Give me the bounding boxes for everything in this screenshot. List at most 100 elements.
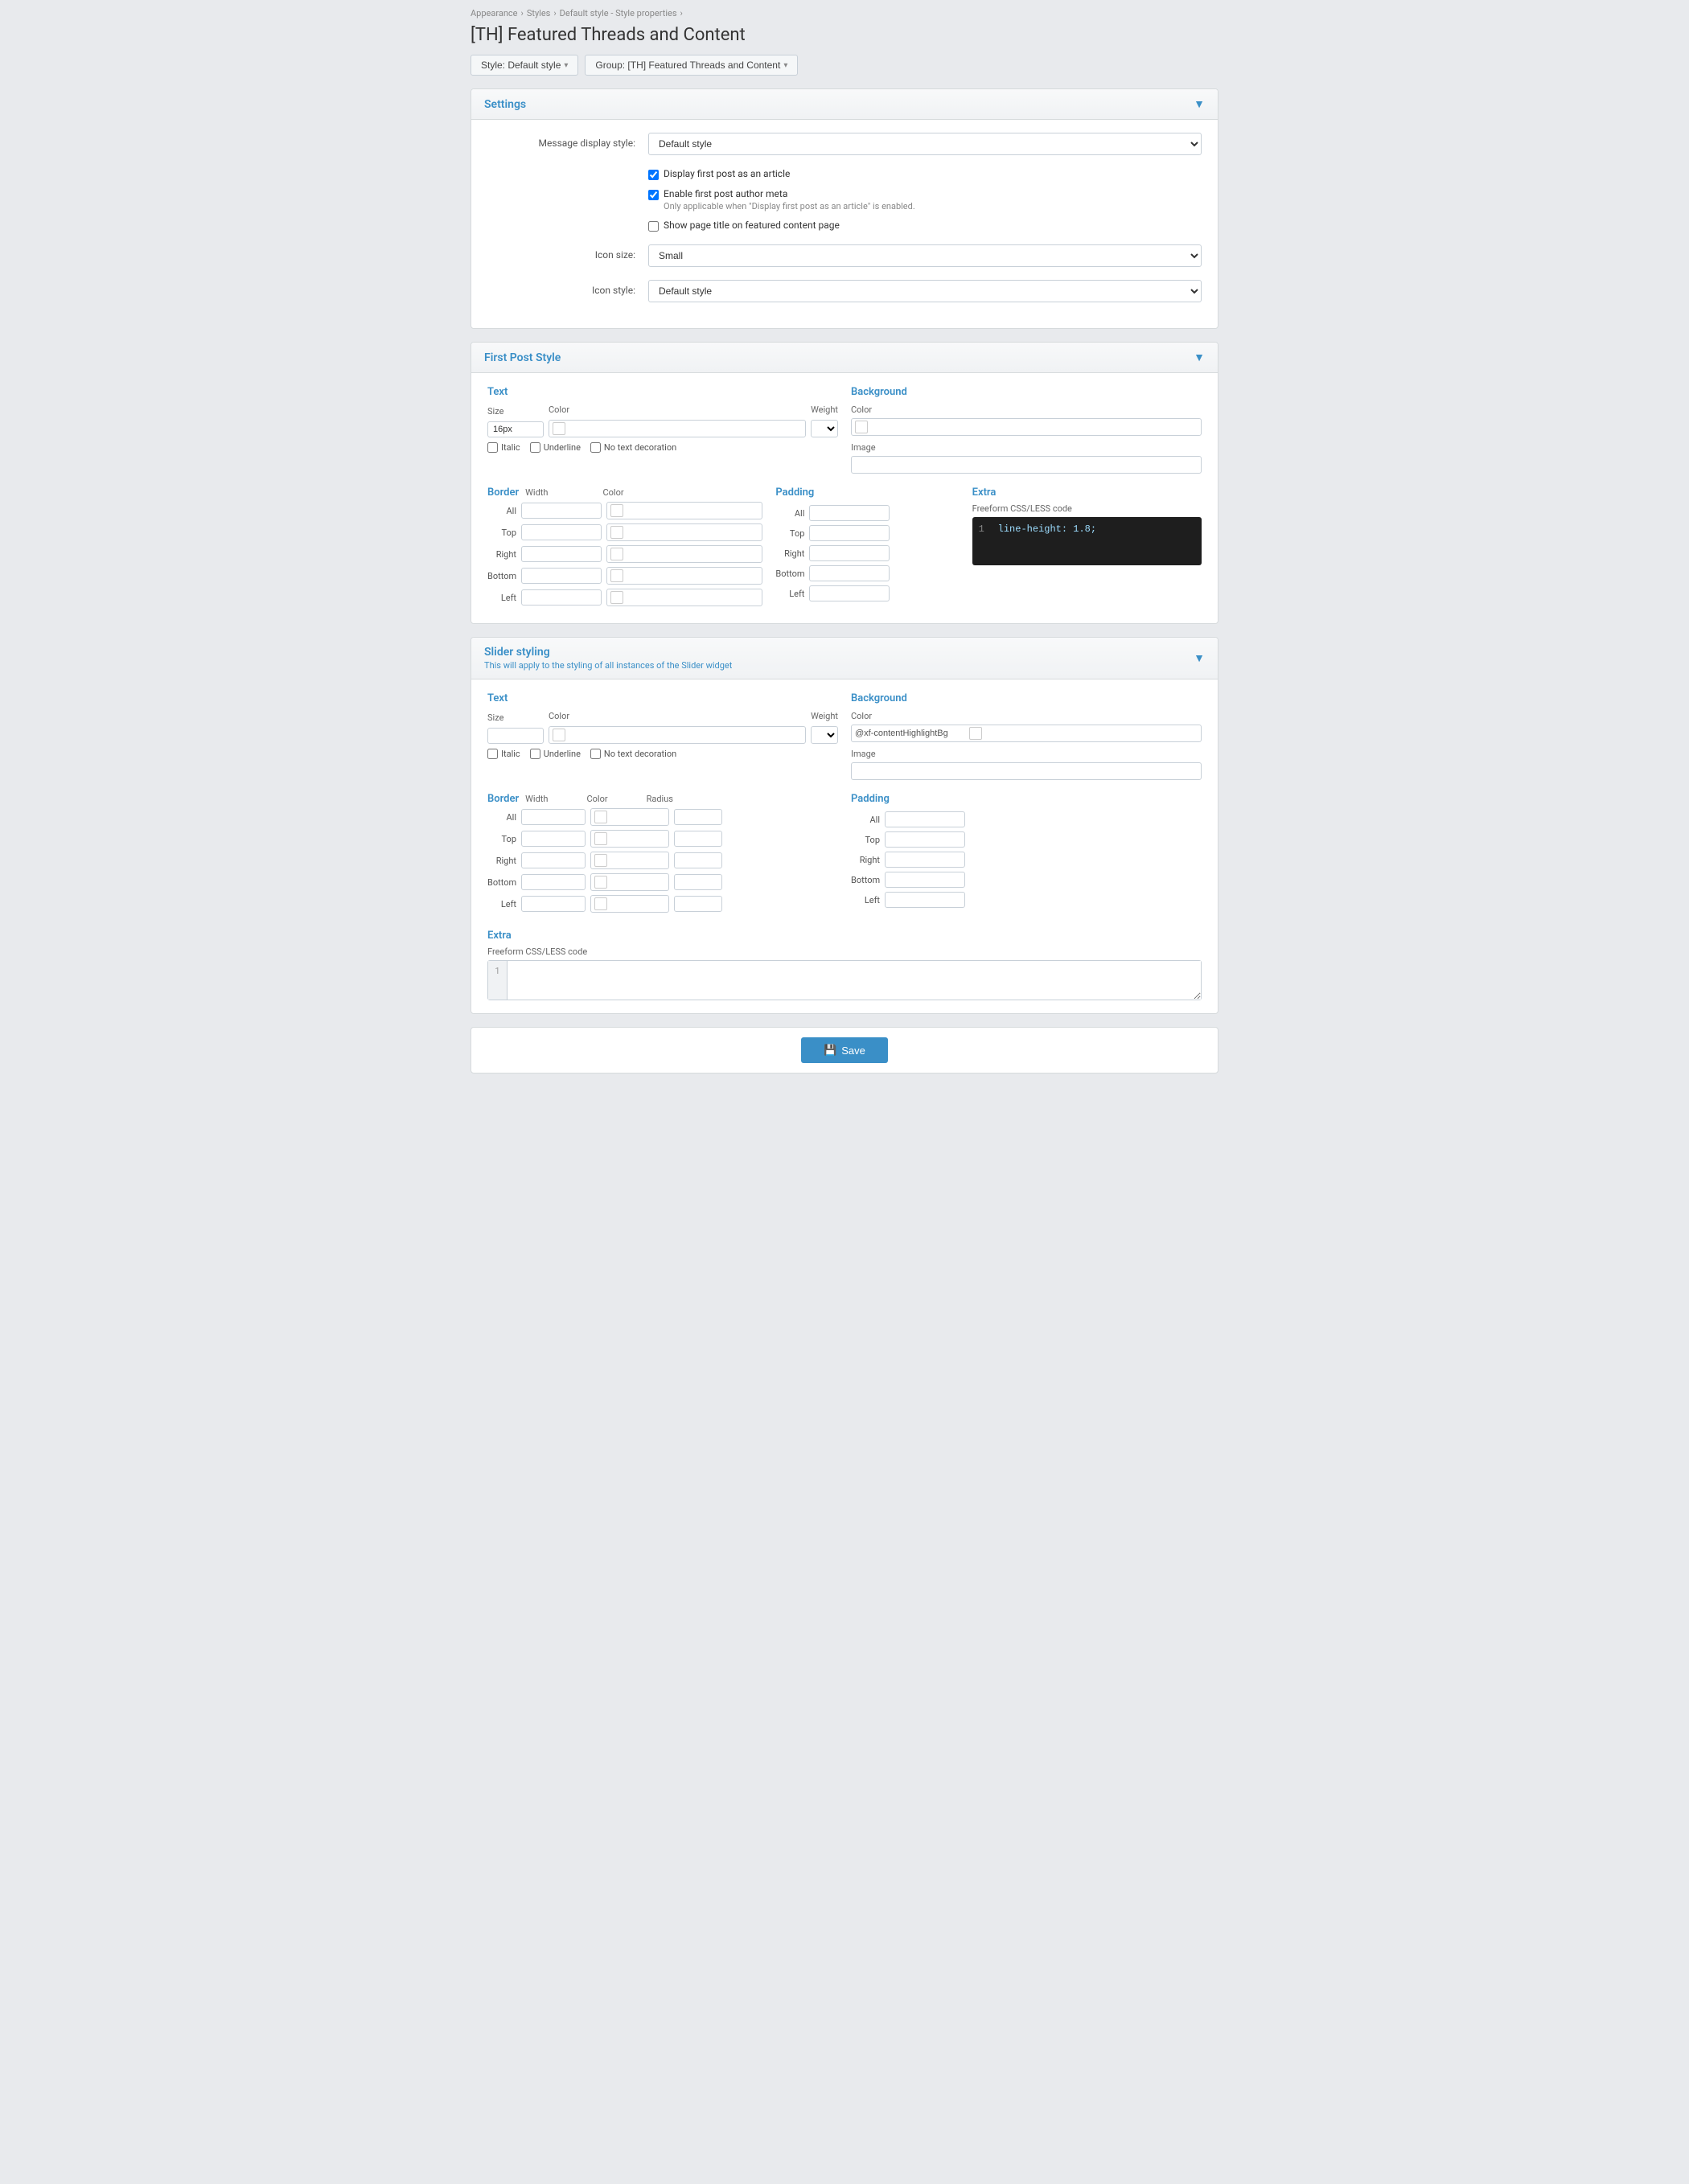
slider-bg-image-input[interactable] bbox=[851, 762, 1202, 780]
breadcrumb-item-appearance[interactable]: Appearance bbox=[471, 8, 518, 18]
slider-color-input[interactable] bbox=[567, 730, 631, 740]
slider-border-color-swatch-bottom[interactable] bbox=[590, 873, 669, 891]
slider-padding-input-top[interactable] bbox=[885, 831, 965, 848]
save-button[interactable]: 💾 Save bbox=[801, 1037, 888, 1063]
fp-padding-input-bottom[interactable] bbox=[809, 565, 890, 581]
slider-border-radius-all[interactable] bbox=[674, 809, 722, 825]
fp-padding-input-all[interactable] bbox=[809, 505, 890, 521]
bg-color-swatch[interactable] bbox=[851, 418, 1202, 436]
style-dropdown-button[interactable]: Style: Default style ▾ bbox=[471, 55, 578, 76]
bg-image-input[interactable] bbox=[851, 456, 1202, 474]
fp-padding-input-left[interactable] bbox=[809, 585, 890, 601]
slider-border-color-input-bottom[interactable] bbox=[609, 877, 665, 887]
fp-border-width-top[interactable] bbox=[521, 524, 602, 540]
bg-color-input[interactable] bbox=[869, 422, 950, 432]
slider-padding-input-left[interactable] bbox=[885, 892, 965, 908]
fp-border-color-input-all[interactable] bbox=[625, 506, 689, 515]
underline-checkbox-wrap[interactable]: Underline bbox=[530, 442, 581, 453]
slider-border-color-swatch-all[interactable] bbox=[590, 808, 669, 826]
fp-border-width-bottom[interactable] bbox=[521, 568, 602, 584]
slider-code-editor[interactable]: 1 bbox=[487, 960, 1202, 1000]
slider-padding-label-left: Left bbox=[851, 895, 880, 905]
slider-padding-input-all[interactable] bbox=[885, 811, 965, 827]
slider-border-rows: All Top Right Bottom bbox=[487, 808, 838, 913]
fp-border-color-input-left[interactable] bbox=[625, 593, 689, 602]
slider-border-width-right[interactable] bbox=[521, 852, 586, 868]
text-color-swatch[interactable] bbox=[549, 420, 806, 437]
fp-border-color-input-top[interactable] bbox=[625, 528, 689, 537]
fp-border-width-all[interactable] bbox=[521, 503, 602, 519]
fp-padding-input-right[interactable] bbox=[809, 545, 890, 561]
slider-padding-input-bottom[interactable] bbox=[885, 872, 965, 888]
slider-no-decoration-checkbox[interactable] bbox=[590, 749, 601, 759]
fp-border-color-swatch-left[interactable] bbox=[606, 589, 762, 606]
italic-checkbox[interactable] bbox=[487, 442, 498, 453]
settings-chevron-icon[interactable]: ▼ bbox=[1194, 97, 1205, 111]
icon-style-select[interactable]: Default style bbox=[648, 280, 1202, 302]
group-dropdown-button[interactable]: Group: [TH] Featured Threads and Content… bbox=[585, 55, 798, 76]
slider-bg-color-text-input[interactable] bbox=[855, 729, 968, 738]
slider-border-color-swatch-left[interactable] bbox=[590, 895, 669, 913]
slider-border-color-swatch-right[interactable] bbox=[590, 852, 669, 869]
slider-padding-title: Padding bbox=[851, 793, 1202, 805]
checkbox2-input[interactable] bbox=[648, 190, 659, 200]
first-post-body: Text Size Color bbox=[471, 373, 1218, 623]
slider-border-width-bottom[interactable] bbox=[521, 874, 586, 890]
fp-border-width-right[interactable] bbox=[521, 546, 602, 562]
slider-border-radius-left[interactable] bbox=[674, 896, 722, 912]
slider-border-color-input-all[interactable] bbox=[609, 812, 665, 822]
fp-code-editor[interactable]: 1 line-height: 1.8; bbox=[972, 517, 1202, 565]
italic-checkbox-wrap[interactable]: Italic bbox=[487, 442, 520, 453]
fp-padding-input-top[interactable] bbox=[809, 525, 890, 541]
slider-border-color-input-right[interactable] bbox=[609, 856, 665, 865]
message-display-select[interactable]: Default style bbox=[648, 133, 1202, 155]
slider-styling-section: Slider styling This will apply to the st… bbox=[471, 637, 1218, 1014]
slider-italic-checkbox[interactable] bbox=[487, 749, 498, 759]
fp-border-color-swatch-all[interactable] bbox=[606, 502, 762, 519]
slider-border-width-top[interactable] bbox=[521, 831, 586, 847]
padding-title: Padding bbox=[775, 486, 959, 499]
slider-border-color-input-top[interactable] bbox=[609, 834, 665, 844]
fp-border-color-input-bottom[interactable] bbox=[625, 571, 689, 581]
slider-italic-wrap[interactable]: Italic bbox=[487, 749, 520, 759]
size-label: Size bbox=[487, 406, 544, 417]
fp-border-color-swatch-bottom[interactable] bbox=[606, 567, 762, 585]
icon-size-select[interactable]: Small bbox=[648, 244, 1202, 267]
text-color-input[interactable] bbox=[567, 424, 631, 433]
slider-color-swatch[interactable] bbox=[549, 726, 806, 744]
slider-padding-row-all: All bbox=[851, 811, 1202, 827]
slider-bg-color-swatch[interactable] bbox=[851, 725, 1202, 742]
border-width-header: Width bbox=[525, 487, 548, 498]
slider-no-decoration-wrap[interactable]: No text decoration bbox=[590, 749, 676, 759]
slider-chevron-icon[interactable]: ▼ bbox=[1194, 651, 1205, 665]
bg-color-label: Color bbox=[851, 404, 1202, 415]
slider-size-input[interactable] bbox=[487, 728, 544, 744]
no-decoration-checkbox[interactable] bbox=[590, 442, 601, 453]
slider-border-width-left[interactable] bbox=[521, 896, 586, 912]
fp-border-color-input-right[interactable] bbox=[625, 549, 689, 559]
slider-border-radius-right[interactable] bbox=[674, 852, 722, 868]
slider-border-color-input-left[interactable] bbox=[609, 899, 665, 909]
slider-border-width-all[interactable] bbox=[521, 809, 586, 825]
checkbox3-input[interactable] bbox=[648, 221, 659, 232]
no-decoration-checkbox-wrap[interactable]: No text decoration bbox=[590, 442, 676, 453]
first-post-chevron-icon[interactable]: ▼ bbox=[1194, 351, 1205, 364]
fp-border-color-swatch-top[interactable] bbox=[606, 523, 762, 541]
text-size-input[interactable] bbox=[487, 421, 544, 437]
slider-underline-wrap[interactable]: Underline bbox=[530, 749, 581, 759]
slider-padding-input-right[interactable] bbox=[885, 852, 965, 868]
slider-weight-select[interactable] bbox=[811, 726, 838, 744]
slider-border-radius-top[interactable] bbox=[674, 831, 722, 847]
text-weight-select[interactable] bbox=[811, 420, 838, 437]
fp-border-color-swatch-right[interactable] bbox=[606, 545, 762, 563]
fp-padding-row-right: Right bbox=[775, 545, 959, 561]
fp-border-width-left[interactable] bbox=[521, 589, 602, 606]
slider-border-radius-bottom[interactable] bbox=[674, 874, 722, 890]
slider-extra-textarea[interactable] bbox=[508, 961, 1201, 1000]
slider-underline-checkbox[interactable] bbox=[530, 749, 540, 759]
slider-border-color-swatch-top[interactable] bbox=[590, 830, 669, 848]
checkbox1-input[interactable] bbox=[648, 170, 659, 180]
breadcrumb-item-styles[interactable]: Styles bbox=[527, 8, 551, 18]
checkbox3-row: Show page title on featured content page bbox=[487, 220, 1202, 232]
underline-checkbox[interactable] bbox=[530, 442, 540, 453]
